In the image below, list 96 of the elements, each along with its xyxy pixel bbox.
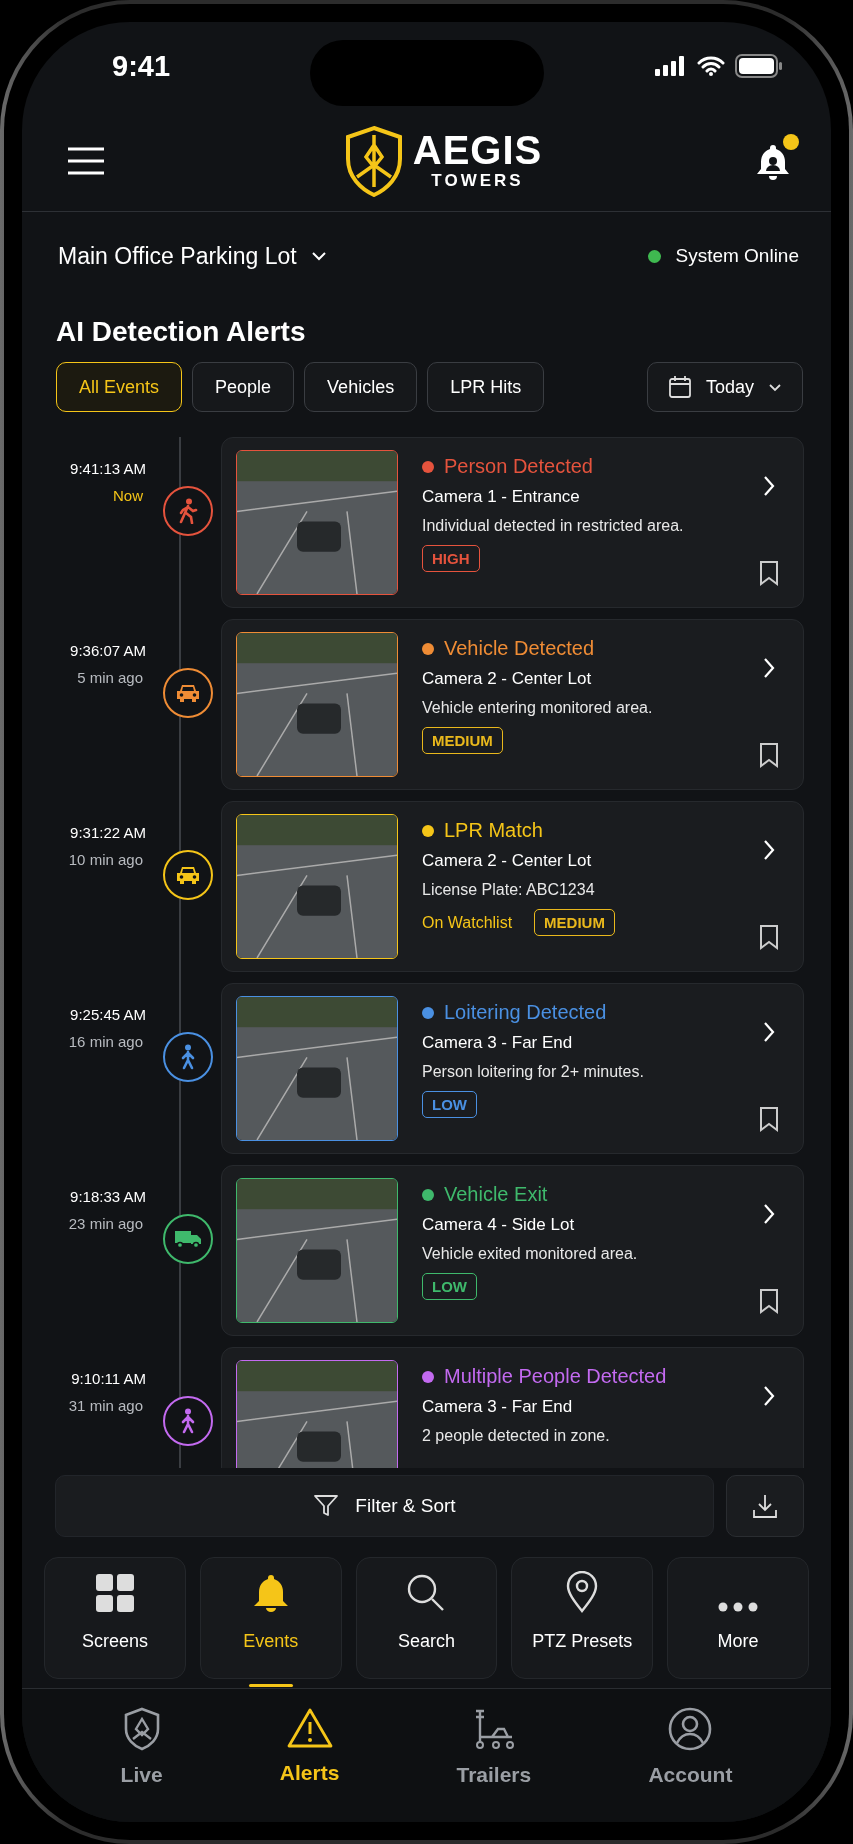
chevron-right-icon	[763, 1021, 775, 1043]
chevron-right-icon	[763, 1203, 775, 1225]
chevron-right-icon	[763, 1385, 775, 1407]
event-age: Now	[113, 487, 144, 504]
camera-name: Camera 3 - Far End	[422, 1033, 574, 1053]
bookmark-icon[interactable]	[759, 742, 779, 768]
event-time: 9:18:33 AM	[70, 1188, 146, 1205]
event-title: Vehicle Detected	[444, 637, 595, 660]
nav-tab[interactable]: Trailers	[456, 1707, 532, 1803]
event-time: 9:31:22 AM	[70, 824, 146, 841]
shield-logo-icon	[344, 124, 403, 197]
watchlist-label: On Watchlist	[422, 913, 513, 932]
selected-underline	[248, 1684, 293, 1687]
filter-chip[interactable]: People	[192, 362, 295, 412]
event-description: Person loitering for 2+ minutes.	[422, 1063, 645, 1081]
wifi-icon	[697, 56, 725, 76]
menu-button[interactable]	[66, 145, 106, 176]
event-title: Vehicle Exit	[444, 1183, 548, 1206]
event-card[interactable]: Vehicle Exit Camera 4 - Side Lot Vehicle exited monitored area. LOW	[221, 1165, 804, 1336]
camera-name: Camera 1 - Entrance	[422, 487, 581, 507]
event-title: LPR Match	[444, 819, 543, 842]
filter-chip[interactable]: LPR Hits	[427, 362, 545, 412]
event-time: 9:36:07 AM	[70, 642, 146, 659]
running-person-icon	[177, 498, 199, 524]
nav-tab[interactable]: Live	[120, 1707, 163, 1803]
event-time: 9:25:45 AM	[70, 1006, 146, 1023]
camera-name: Camera 3 - Far End	[422, 1397, 574, 1417]
event-description: 2 people detected in zone.	[422, 1427, 611, 1445]
status-time: 9:41	[112, 49, 171, 83]
event-card[interactable]: Loitering Detected Camera 3 - Far End Person loitering for 2+ minutes. LOW	[221, 983, 804, 1154]
event-age: 5 min ago	[77, 669, 144, 686]
warning-icon	[286, 1707, 333, 1749]
quick-tab[interactable]: Screens	[44, 1557, 186, 1679]
severity-badge: LOW	[422, 1273, 477, 1300]
event-age: 23 min ago	[68, 1215, 144, 1232]
calendar-icon	[667, 375, 692, 399]
quick-tab[interactable]: PTZ Presets	[511, 1557, 654, 1679]
download-button[interactable]	[726, 1475, 804, 1537]
grid-icon	[94, 1573, 135, 1613]
truck-icon	[174, 1229, 202, 1249]
filter-sort-button[interactable]: Filter & Sort	[55, 1475, 714, 1537]
car-icon	[175, 683, 201, 703]
nav-tab[interactable]: Account	[648, 1707, 733, 1803]
severity-badge: HIGH	[422, 545, 480, 572]
date-dropdown[interactable]: Today	[646, 362, 803, 412]
event-age: 16 min ago	[68, 1033, 144, 1050]
more-icon	[718, 1601, 759, 1613]
brand-name: AEGIS	[412, 129, 543, 170]
event-card[interactable]: Vehicle Detected Camera 2 - Center Lot Vehicle entering monitored area. MEDIUM	[221, 619, 804, 790]
section-title: AI Detection Alerts	[56, 315, 307, 349]
event-description: Vehicle exited monitored area.	[422, 1245, 639, 1263]
bookmark-icon[interactable]	[759, 1288, 779, 1314]
chevron-down-icon	[310, 251, 327, 261]
event-card[interactable]: LPR Match Camera 2 - Center Lot License Plate: ABC1234 On Watchlist MEDIUM	[221, 801, 804, 972]
system-status: System Online	[675, 245, 799, 267]
bookmark-icon[interactable]	[759, 924, 779, 950]
event-description: License Plate: ABC1234	[422, 881, 596, 899]
signal-icon	[655, 56, 687, 76]
event-card[interactable]: Person Detected Camera 1 - Entrance Individual detected in restricted area. HIGH	[221, 437, 804, 608]
event-title: Person Detected	[444, 455, 593, 478]
account-icon	[668, 1707, 713, 1751]
location-pin-icon	[566, 1571, 599, 1613]
filter-chip[interactable]: Vehicles	[304, 362, 418, 412]
quick-tab[interactable]: Search	[355, 1557, 498, 1679]
event-title: Multiple People Detected	[444, 1365, 667, 1388]
chevron-right-icon	[763, 839, 775, 861]
bookmark-icon[interactable]	[759, 560, 779, 586]
event-time: 9:41:13 AM	[70, 460, 146, 477]
camera-name: Camera 2 - Center Lot	[422, 851, 593, 871]
filter-icon	[313, 1494, 340, 1518]
download-icon	[752, 1493, 778, 1519]
brand-subtitle: TOWERS	[431, 169, 524, 192]
event-description: Vehicle entering monitored area.	[422, 699, 654, 717]
event-title: Loitering Detected	[444, 1001, 607, 1024]
nav-tab[interactable]: Alerts	[279, 1707, 340, 1803]
bookmark-icon[interactable]	[759, 1106, 779, 1132]
menu-icon	[66, 145, 106, 176]
event-age: 31 min ago	[68, 1397, 144, 1414]
chevron-right-icon	[763, 475, 775, 497]
shield-icon	[122, 1707, 161, 1751]
battery-icon	[735, 54, 783, 78]
location-dropdown[interactable]: Main Office Parking Lot	[58, 242, 327, 270]
camera-name: Camera 2 - Center Lot	[422, 669, 593, 689]
event-age: 10 min ago	[68, 851, 144, 868]
camera-name: Camera 4 - Side Lot	[422, 1215, 576, 1235]
severity-badge: MEDIUM	[422, 727, 503, 754]
chevron-right-icon	[763, 657, 775, 679]
event-description: Individual detected in restricted area.	[422, 517, 685, 535]
severity-badge: MEDIUM	[534, 909, 615, 936]
severity-badge: LOW	[422, 1091, 477, 1118]
event-time: 9:10:11 AM	[71, 1370, 146, 1387]
chevron-down-icon	[768, 382, 782, 392]
car-icon	[175, 865, 201, 885]
event-card[interactable]: Multiple People Detected Camera 3 - Far End 2 people detected in zone.	[221, 1347, 804, 1468]
quick-tab[interactable]: More	[667, 1557, 809, 1679]
filter-chip[interactable]: All Events	[56, 362, 183, 412]
